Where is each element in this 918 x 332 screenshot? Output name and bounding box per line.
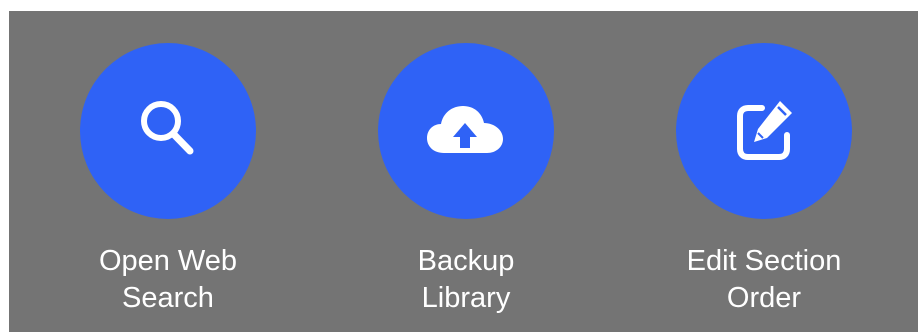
cloud-upload-icon [427, 106, 503, 153]
open-web-search-button[interactable]: Open Web Search [38, 11, 298, 332]
edit-section-order-circle[interactable] [676, 43, 852, 219]
edit-section-order-label-line2: Order [726, 282, 802, 314]
open-web-search-circle[interactable] [80, 43, 256, 219]
edit-section-order-button[interactable]: Edit Section Order [634, 11, 894, 332]
backup-library-button[interactable]: Backup Library [336, 11, 596, 332]
backup-library-label-line2: Library [421, 282, 511, 314]
open-web-search-label-line1: Open Web [98, 245, 238, 277]
search-icon [141, 101, 194, 155]
edit-section-order-label-line1: Edit Section [686, 245, 842, 277]
open-web-search-label: Open Web Search [38, 243, 298, 317]
backup-library-label: Backup Library [336, 243, 596, 317]
backup-library-label-line1: Backup [417, 245, 515, 277]
quick-actions-panel: Open Web Search Backup Library Edit Sect [9, 11, 918, 332]
backup-library-circle[interactable] [378, 43, 554, 219]
open-web-search-label-line2: Search [122, 282, 214, 314]
edit-section-order-label: Edit Section Order [634, 243, 894, 317]
edit-icon [737, 101, 792, 160]
